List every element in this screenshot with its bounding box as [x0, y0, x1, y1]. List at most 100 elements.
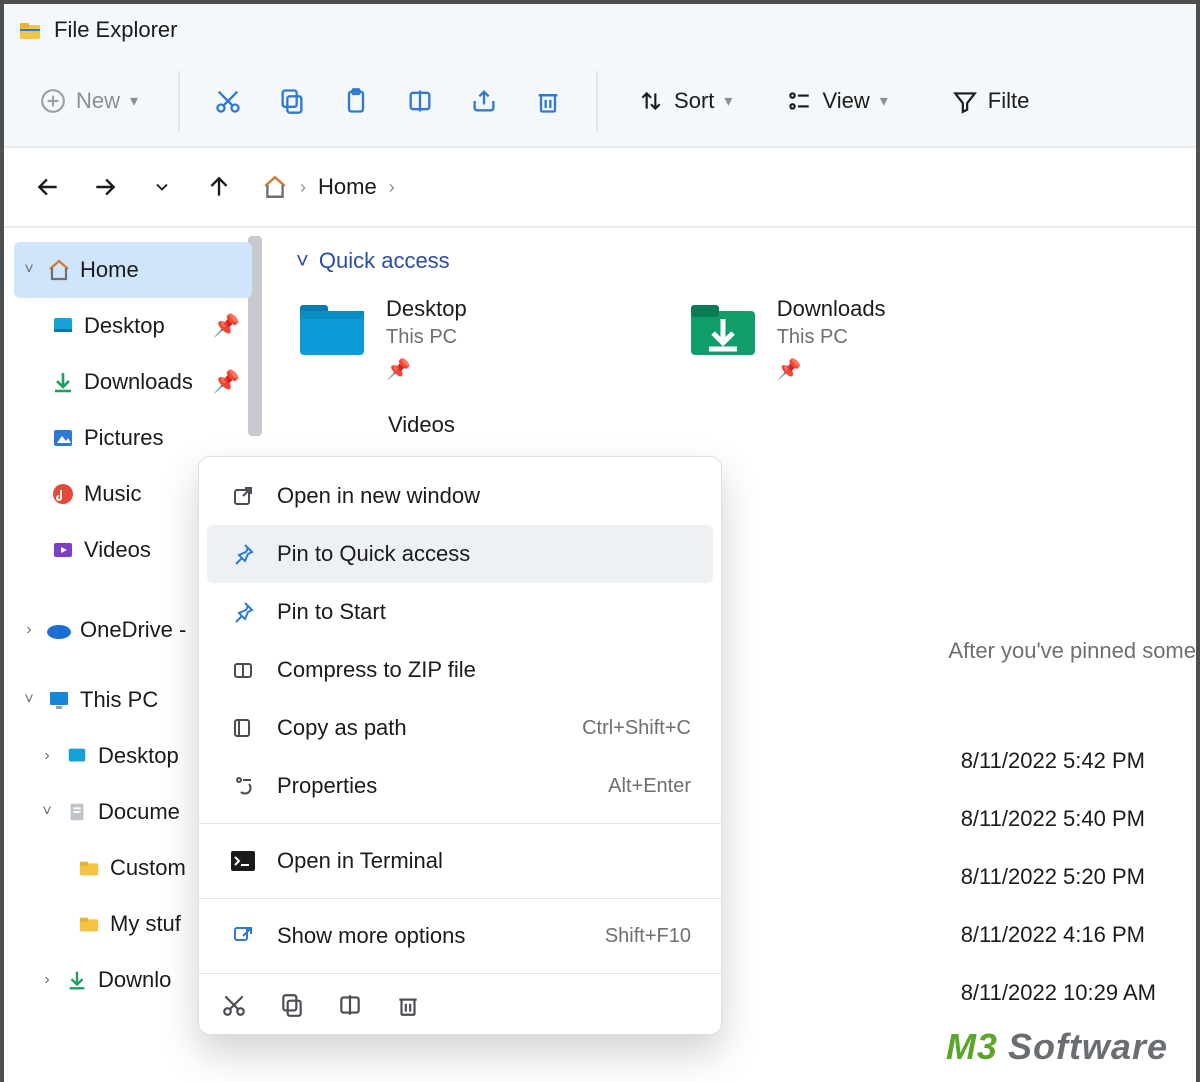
ctx-label: Pin to Quick access [277, 541, 470, 567]
file-date: 8/11/2022 5:20 PM [961, 864, 1156, 890]
onedrive-icon [46, 617, 72, 643]
ctx-icon-row [199, 982, 721, 1024]
tree-label: Desktop [84, 313, 165, 339]
toolbar-separator [178, 71, 180, 131]
address-row: › Home › [4, 148, 1196, 228]
chevron-down-icon: ˅ [20, 691, 38, 709]
pin-icon [229, 598, 257, 626]
rename-button[interactable] [402, 78, 438, 124]
ctx-pin-start[interactable]: Pin to Start [207, 583, 713, 641]
ctx-show-more[interactable]: Show more options Shift+F10 [207, 907, 713, 965]
delete-icon[interactable] [395, 992, 421, 1018]
qa-item-downloads[interactable]: Downloads This PC 📌 [687, 296, 886, 382]
nav-recent-button[interactable] [148, 172, 175, 202]
chevron-down-icon: ▾ [880, 91, 888, 111]
qa-title: Desktop [386, 296, 467, 322]
tree-label: Docume [98, 799, 180, 825]
cut-icon[interactable] [221, 992, 247, 1018]
new-button[interactable]: New ▾ [30, 78, 148, 124]
qa-item-desktop[interactable]: Desktop This PC 📌 [296, 296, 467, 382]
file-date: 8/11/2022 4:16 PM [961, 922, 1156, 948]
tree-item-home[interactable]: ˅ Home [14, 242, 252, 298]
ctx-shortcut: Ctrl+Shift+C [582, 717, 691, 740]
pin-icon [229, 540, 257, 568]
watermark: M3 Software [946, 1026, 1168, 1068]
tree-label: OneDrive - [80, 617, 186, 643]
ctx-open-new-window[interactable]: Open in new window [207, 467, 713, 525]
qa-subtitle: This PC [386, 326, 467, 349]
section-quick-access[interactable]: ˅ Quick access [296, 248, 1196, 274]
delete-button[interactable] [530, 78, 566, 124]
ctx-separator [199, 973, 721, 974]
tree-label: Downlo [98, 967, 171, 993]
app-icon [18, 18, 42, 42]
file-date: 8/11/2022 5:40 PM [961, 806, 1156, 832]
tree-label: This PC [80, 687, 158, 713]
document-icon [64, 799, 90, 825]
qa-item-videos-label: Videos [388, 412, 1196, 438]
pin-icon: 📌 [386, 357, 467, 382]
tree-label: Music [84, 481, 141, 507]
breadcrumb-sep: › [300, 177, 306, 198]
videos-icon [50, 537, 76, 563]
home-icon [46, 257, 72, 283]
ctx-pin-quick-access[interactable]: Pin to Quick access [207, 525, 713, 583]
view-button[interactable]: View ▾ [776, 78, 897, 124]
toolbar-separator [596, 71, 598, 131]
paste-button[interactable] [338, 78, 374, 124]
ctx-properties[interactable]: Properties Alt+Enter [207, 757, 713, 815]
chevron-right-icon: › [38, 747, 56, 765]
open-new-window-icon [229, 482, 257, 510]
chevron-down-icon: ˅ [20, 261, 38, 279]
ctx-label: Copy as path [277, 715, 407, 741]
rename-icon[interactable] [337, 992, 363, 1018]
music-icon [50, 481, 76, 507]
copy-path-icon [229, 714, 257, 742]
section-label: Quick access [319, 248, 450, 274]
ctx-copy-path[interactable]: Copy as path Ctrl+Shift+C [207, 699, 713, 757]
tree-label: Custom [110, 855, 186, 881]
filter-button[interactable]: Filte [942, 78, 1040, 124]
tree-item-desktop[interactable]: Desktop 📌 [4, 298, 262, 354]
ctx-label: Show more options [277, 923, 465, 949]
breadcrumb-home[interactable]: Home [318, 174, 377, 200]
tree-label: Home [80, 257, 139, 283]
ctx-open-terminal[interactable]: Open in Terminal [207, 832, 713, 890]
watermark-software: Software [1008, 1026, 1168, 1068]
chevron-down-icon: ˅ [296, 248, 309, 274]
nav-forward-button[interactable] [91, 172, 118, 202]
title-bar: File Explorer [4, 4, 1196, 56]
tree-label: Desktop [98, 743, 179, 769]
ctx-compress-zip[interactable]: Compress to ZIP file [207, 641, 713, 699]
sort-button[interactable]: Sort ▾ [628, 78, 742, 124]
tree-item-downloads[interactable]: Downloads 📌 [4, 354, 262, 410]
chevron-down-icon: ˅ [38, 803, 56, 821]
nav-up-button[interactable] [205, 172, 232, 202]
ctx-label: Open in Terminal [277, 848, 443, 874]
ctx-label: Open in new window [277, 483, 480, 509]
ctx-label: Pin to Start [277, 599, 386, 625]
ctx-shortcut: Alt+Enter [608, 775, 691, 798]
ctx-shortcut: Shift+F10 [605, 925, 691, 948]
qa-subtitle: This PC [777, 326, 886, 349]
monitor-icon [46, 687, 72, 713]
tree-label: Pictures [84, 425, 163, 451]
chevron-down-icon: ▾ [724, 91, 732, 111]
breadcrumb-sep: › [389, 177, 395, 198]
chevron-right-icon: › [20, 621, 38, 639]
window-title: File Explorer [54, 17, 177, 43]
downloads-icon [64, 967, 90, 993]
cut-button[interactable] [210, 78, 246, 124]
copy-icon[interactable] [279, 992, 305, 1018]
filter-label: Filte [988, 88, 1030, 114]
home-icon [262, 174, 288, 200]
qa-title: Downloads [777, 296, 886, 322]
pictures-icon [50, 425, 76, 451]
share-button[interactable] [466, 78, 502, 124]
copy-button[interactable] [274, 78, 310, 124]
sort-label: Sort [674, 88, 714, 114]
context-menu: Open in new window Pin to Quick access P… [198, 456, 722, 1035]
ctx-label: Compress to ZIP file [277, 657, 476, 683]
nav-back-button[interactable] [34, 172, 61, 202]
breadcrumb[interactable]: › Home › [262, 174, 395, 200]
